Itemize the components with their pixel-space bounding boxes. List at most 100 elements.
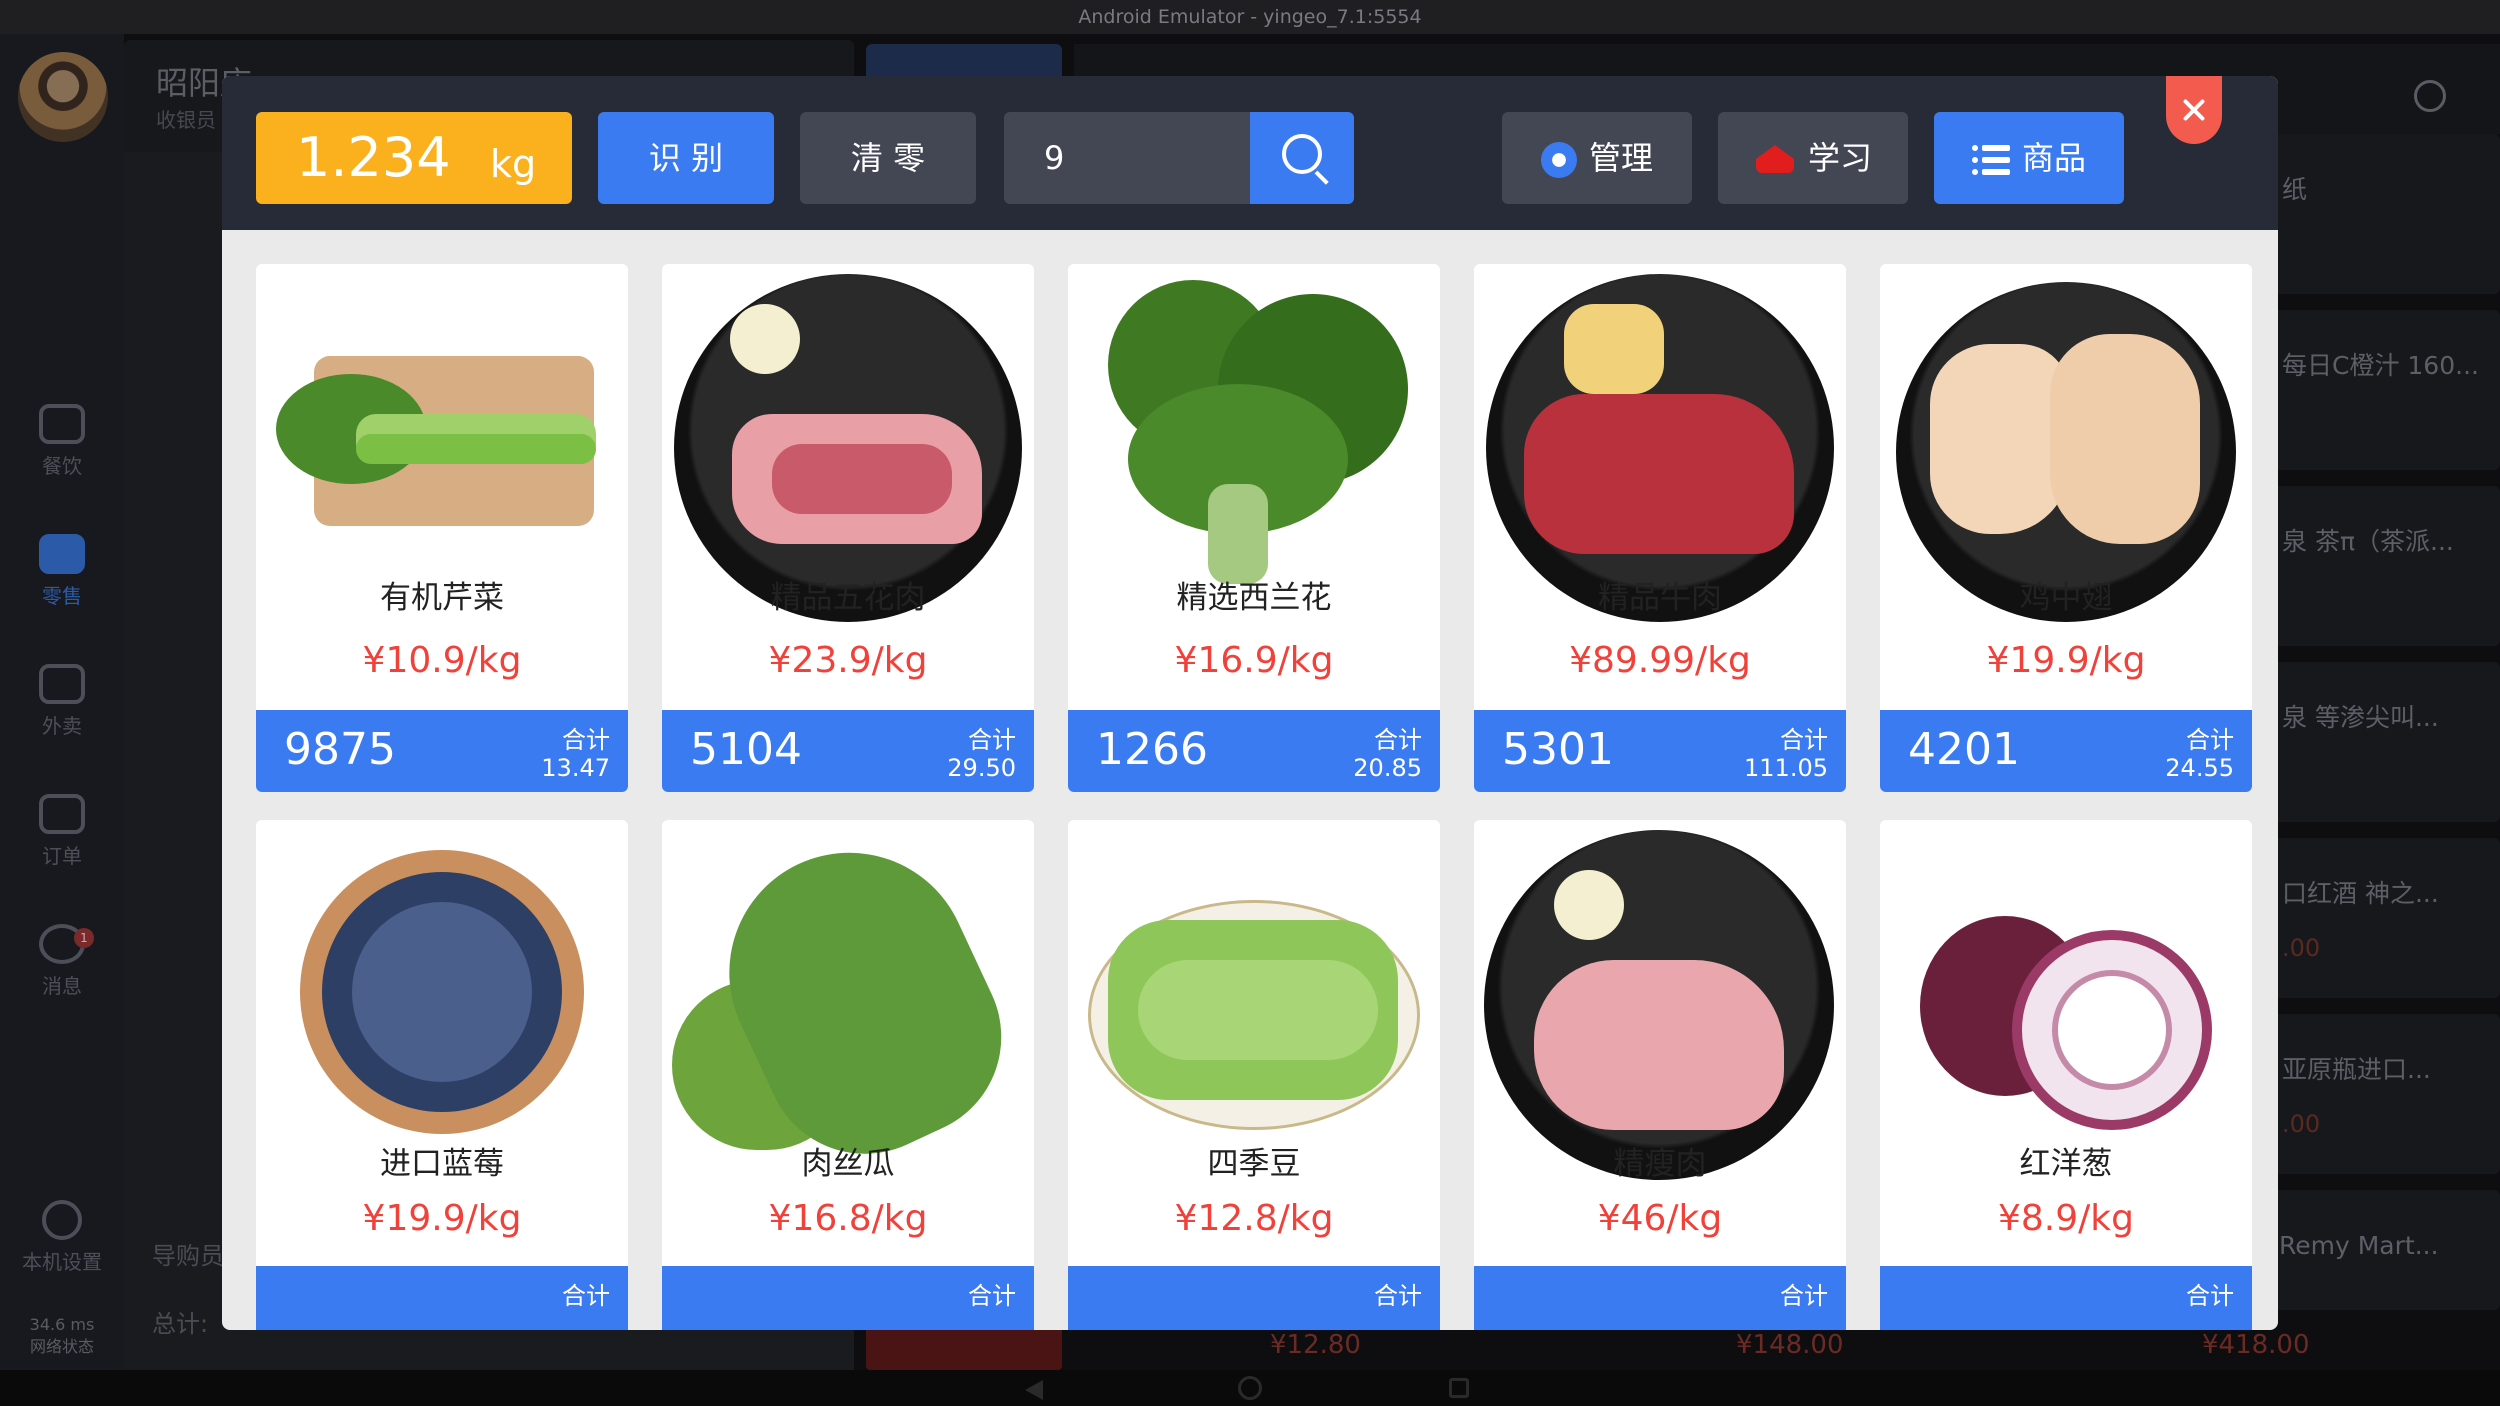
sidebar-item-catering[interactable]: 餐饮 xyxy=(0,404,124,479)
product-card[interactable]: 精品牛肉 ¥89.99/kg 5301 合计 111.05 xyxy=(1474,264,1846,792)
red-onion-image xyxy=(1880,820,2252,1180)
green-beans-image xyxy=(1068,820,1440,1180)
sidebar: 餐饮 零售 外卖 订单 消息 1 本机设置 34.6 ms 网络状态 xyxy=(0,34,124,1370)
learn-button[interactable]: 学习 xyxy=(1718,112,1908,204)
search-input[interactable]: 9 xyxy=(1004,112,1250,204)
sidebar-item-label: 订单 xyxy=(42,844,82,868)
network-status: 34.6 ms 网络状态 xyxy=(0,1314,124,1358)
sum-label: 合计 xyxy=(968,1282,1016,1310)
settings-icon xyxy=(42,1200,82,1240)
product-item-title: 泉 茶π（茶派... xyxy=(2282,527,2454,556)
scale-dialog: 1.234 kg 识 别 清 零 9 管理 学习 商品 有机芹菜 ¥10.9/k… xyxy=(222,76,2278,1330)
sum-label: 合计 xyxy=(562,1282,610,1310)
sum-label: 合计 xyxy=(1780,1282,1828,1310)
sidebar-item-label: 本机设置 xyxy=(22,1250,102,1274)
home-icon xyxy=(39,534,85,574)
weight-value: 1.234 xyxy=(296,126,451,189)
sum-value: 20.85 xyxy=(1353,754,1422,782)
checkout-button[interactable] xyxy=(866,1326,1062,1370)
product-name: 精品五花肉 xyxy=(770,580,926,616)
product-item-title: 泉 等渗尖叫... xyxy=(2282,703,2439,732)
list-icon xyxy=(1971,145,2010,175)
product-item[interactable]: 泉 等渗尖叫... xyxy=(2274,662,2500,822)
graduation-cap-icon xyxy=(1754,145,1796,175)
product-card[interactable]: 四季豆 ¥12.8/kg 合计 xyxy=(1068,820,1440,1330)
product-info-bar: 合计 xyxy=(256,1266,628,1330)
search-button[interactable] xyxy=(1250,112,1354,204)
sum-value: 24.55 xyxy=(2165,754,2234,782)
sum-label: 合计 xyxy=(562,726,610,754)
product-price: ¥19.9/kg xyxy=(1986,640,2146,681)
bottom-price: ¥12.80 xyxy=(1270,1330,1361,1360)
loofah-image xyxy=(662,820,1034,1187)
product-card[interactable]: 进口蓝莓 ¥19.9/kg 合计 xyxy=(256,820,628,1330)
sidebar-item-messages[interactable]: 消息 xyxy=(0,924,124,999)
sidebar-item-label: 餐饮 xyxy=(42,454,82,478)
product-item-title: 口红酒 神之... xyxy=(2282,879,2439,908)
sidebar-item-orders[interactable]: 订单 xyxy=(0,794,124,869)
product-item[interactable]: 每日C橙汁 160... xyxy=(2274,310,2500,470)
latency-value: 34.6 ms xyxy=(29,1315,95,1334)
broccoli-image xyxy=(1068,264,1440,624)
product-name: 四季豆 xyxy=(1207,1146,1301,1182)
product-code: 9875 xyxy=(284,724,396,775)
goods-label: 商品 xyxy=(2021,139,2086,177)
product-item[interactable]: 纸 xyxy=(2274,134,2500,294)
product-code: 1266 xyxy=(1096,724,1208,775)
product-price: ¥12.8/kg xyxy=(1174,1198,1334,1239)
product-item[interactable]: 泉 茶π（茶派... xyxy=(2274,486,2500,646)
product-price: ¥8.9/kg xyxy=(1998,1198,2134,1239)
product-card[interactable]: 有机芹菜 ¥10.9/kg 9875 合计 13.47 xyxy=(256,264,628,792)
gear-icon xyxy=(1540,142,1577,178)
sum-label: 合计 xyxy=(2186,726,2234,754)
product-item[interactable]: 亚原瓶进口... .00 xyxy=(2274,1014,2500,1174)
android-navbar xyxy=(0,1370,2500,1406)
sum-value: 29.50 xyxy=(947,754,1016,782)
bottom-price: ¥148.00 xyxy=(1736,1330,1844,1360)
product-name: 精瘦肉 xyxy=(1613,1146,1707,1182)
sum-value: 13.47 xyxy=(541,754,610,782)
product-code: 5104 xyxy=(690,724,802,775)
recents-icon[interactable] xyxy=(1449,1378,1469,1398)
product-card[interactable]: 肉丝瓜 ¥16.8/kg 合计 xyxy=(662,820,1034,1330)
product-price: ¥19.9/kg xyxy=(362,1198,522,1239)
product-item-title: 亚原瓶进口... xyxy=(2282,1055,2431,1084)
product-item-title: （Remy Mart... xyxy=(2254,1231,2439,1260)
product-info-bar: 5301 合计 111.05 xyxy=(1474,710,1846,792)
search-icon[interactable] xyxy=(2414,80,2446,112)
bottom-price: ¥418.00 xyxy=(2202,1330,2310,1360)
network-label: 网络状态 xyxy=(29,1337,94,1356)
dialog-header: 1.234 kg 识 别 清 零 9 管理 学习 商品 xyxy=(222,76,2278,230)
celery-image xyxy=(256,264,628,624)
product-card[interactable]: 鸡中翅 ¥19.9/kg 4201 合计 24.55 xyxy=(1880,264,2252,792)
sum-label: 合计 xyxy=(1374,726,1422,754)
pork-belly-image xyxy=(662,264,1034,624)
close-button[interactable] xyxy=(2166,76,2222,144)
manage-button[interactable]: 管理 xyxy=(1502,112,1692,204)
recognize-button[interactable]: 识 别 xyxy=(598,112,774,204)
product-card[interactable]: 精瘦肉 ¥46/kg 合计 xyxy=(1474,820,1846,1330)
product-card[interactable]: 精品五花肉 ¥23.9/kg 5104 合计 29.50 xyxy=(662,264,1034,792)
manage-label: 管理 xyxy=(1588,139,1653,177)
message-badge: 1 xyxy=(74,928,94,948)
sidebar-item-label: 外卖 xyxy=(42,714,82,738)
product-card[interactable]: 精选西兰花 ¥16.9/kg 1266 合计 20.85 xyxy=(1068,264,1440,792)
sidebar-item-settings[interactable]: 本机设置 xyxy=(0,1200,124,1275)
home-circle-icon[interactable] xyxy=(1238,1376,1262,1400)
product-name: 精品牛肉 xyxy=(1598,580,1722,616)
product-info-bar: 合计 xyxy=(1474,1266,1846,1330)
sidebar-item-retail[interactable]: 零售 xyxy=(0,534,124,609)
product-item[interactable]: 口红酒 神之... .00 xyxy=(2274,838,2500,998)
product-card[interactable]: 红洋葱 ¥8.9/kg 合计 xyxy=(1880,820,2252,1330)
lean-pork-image xyxy=(1474,820,1846,1180)
order-icon xyxy=(39,794,85,834)
sidebar-item-takeout[interactable]: 外卖 xyxy=(0,664,124,739)
product-item-title: 每日C橙汁 160... xyxy=(2282,351,2479,380)
tare-button[interactable]: 清 零 xyxy=(800,112,976,204)
product-item-price: .00 xyxy=(2282,934,2321,962)
product-price: ¥10.9/kg xyxy=(362,640,522,681)
back-icon[interactable] xyxy=(1025,1380,1043,1400)
product-item[interactable]: （Remy Mart... xyxy=(2254,1190,2500,1310)
goods-button[interactable]: 商品 xyxy=(1934,112,2124,204)
avatar[interactable] xyxy=(18,52,108,142)
